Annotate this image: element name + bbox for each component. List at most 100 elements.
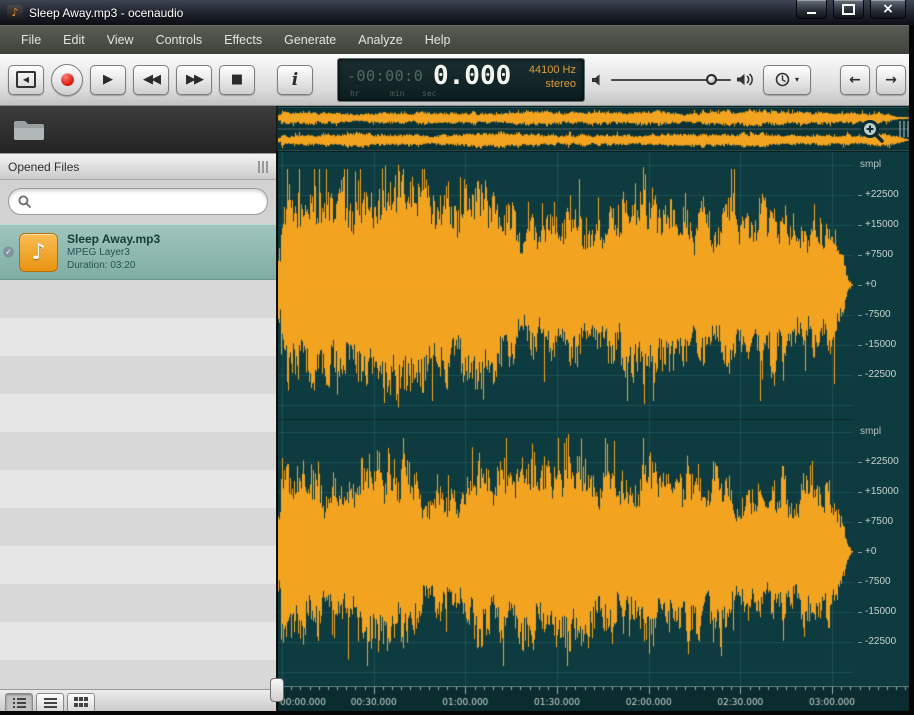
- volume-low-icon: [592, 74, 605, 86]
- record-icon: [61, 73, 74, 86]
- minimize-icon: [807, 12, 816, 14]
- scale-value-label: +15000: [858, 219, 899, 231]
- scale-value-label: +0: [858, 279, 876, 291]
- file-status-icon: ✓: [3, 247, 14, 258]
- dropdown-arrow-icon: ▾: [795, 75, 799, 84]
- search-input[interactable]: [37, 194, 258, 210]
- maximize-icon: [842, 4, 855, 15]
- scale-unit-label: smpl: [858, 159, 881, 171]
- toolbar: ◀ ▶ ◀◀ ▶▶ ■ i -00:00:0 0.000 44100 Hz st…: [0, 54, 914, 106]
- scale-value-label: -22500: [858, 369, 896, 381]
- window-controls: ×: [796, 0, 906, 19]
- menu-item-view[interactable]: View: [96, 26, 145, 54]
- play-icon: ▶: [103, 72, 113, 87]
- scale-value-label: -22500: [858, 636, 896, 648]
- search-field[interactable]: [8, 188, 268, 215]
- waveform-overview-right[interactable]: [278, 130, 914, 150]
- stop-icon: ■: [231, 72, 243, 87]
- nav-forward-button[interactable]: →: [876, 65, 906, 95]
- scale-unit-label: smpl: [858, 426, 881, 438]
- menu-item-generate[interactable]: Generate: [273, 26, 347, 54]
- time-dim-digits: -00:00:0: [347, 67, 423, 85]
- list-icon: [44, 697, 57, 708]
- minimize-button[interactable]: [796, 0, 827, 19]
- file-list-item[interactable]: ✓ ♪ Sleep Away.mp3 MPEG Layer3 Duration:…: [0, 224, 276, 280]
- window-border-right: [909, 25, 914, 715]
- opened-files-header: Opened Files: [0, 153, 276, 180]
- sample-rate-label: 44100 Hz: [529, 64, 576, 76]
- view-detail-button[interactable]: [5, 693, 33, 713]
- info-icon: i: [292, 70, 298, 90]
- zoom-button[interactable]: [859, 118, 886, 145]
- waveform-main[interactable]: [278, 152, 853, 686]
- navigation-buttons: ← →: [840, 65, 906, 95]
- time-big-digits: 0.000: [433, 61, 511, 91]
- waveform-area: smpl+22500+15000+7500+0-7500-15000-22500…: [278, 106, 914, 715]
- nav-back-button[interactable]: ←: [840, 65, 870, 95]
- app-logo-icon: ♪: [7, 5, 23, 21]
- view-list-button[interactable]: [36, 693, 64, 713]
- app-window: ♪ Sleep Away.mp3 - ocenaudio × FileEditV…: [0, 0, 914, 715]
- time-format-dropdown-button[interactable]: ▾: [763, 65, 811, 95]
- scale-value-label: +7500: [858, 516, 893, 528]
- menubar: FileEditViewControlsEffectsGenerateAnaly…: [0, 25, 914, 54]
- menu-item-help[interactable]: Help: [414, 26, 462, 54]
- splitter-handle[interactable]: [270, 678, 284, 702]
- menu-item-analyze[interactable]: Analyze: [347, 26, 413, 54]
- folder-icon: [12, 117, 46, 142]
- waveform-overview-left[interactable]: [278, 108, 914, 128]
- time-unit-label: hr: [350, 89, 360, 98]
- volume-slider[interactable]: [611, 73, 731, 87]
- time-unit-label: sec: [422, 89, 436, 98]
- skip-to-start-button[interactable]: ◀: [8, 65, 44, 95]
- menu-item-file[interactable]: File: [10, 26, 52, 54]
- info-button[interactable]: i: [277, 65, 313, 95]
- scale-value-label: -15000: [858, 606, 896, 618]
- stop-button[interactable]: ■: [219, 65, 255, 95]
- file-name: Sleep Away.mp3: [67, 233, 160, 246]
- record-button[interactable]: [51, 64, 83, 96]
- volume-high-icon: [737, 73, 756, 86]
- search-row: [0, 180, 276, 224]
- search-icon: [18, 195, 31, 208]
- scale-value-label: +22500: [858, 456, 899, 468]
- scale-value-label: +0: [858, 546, 876, 558]
- amplitude-scale-column: smpl+22500+15000+7500+0-7500-15000-22500…: [853, 152, 914, 686]
- window-border-bottom: [0, 711, 914, 715]
- skip-to-start-icon: ◀: [16, 71, 36, 88]
- file-duration: Duration: 03:20: [67, 259, 160, 272]
- sidebar: Opened Files ✓ ♪ Sleep Away.mp3 MPEG Lay…: [0, 106, 277, 715]
- file-format: MPEG Layer3: [67, 246, 160, 259]
- scale-value-label: +22500: [858, 189, 899, 201]
- rewind-button[interactable]: ◀◀: [133, 65, 169, 95]
- scale-value-label: +7500: [858, 249, 893, 261]
- play-button[interactable]: ▶: [90, 65, 126, 95]
- panel-splitter-grip[interactable]: [899, 121, 909, 137]
- magnifier-plus-icon: [859, 118, 886, 145]
- fast-forward-button[interactable]: ▶▶: [176, 65, 212, 95]
- grid-icon: [74, 697, 88, 708]
- menu-item-edit[interactable]: Edit: [52, 26, 96, 54]
- audio-file-icon: ♪: [19, 233, 58, 272]
- time-display: -00:00:0 0.000 44100 Hz stereo hrminsec: [337, 58, 585, 102]
- volume-knob[interactable]: [706, 74, 717, 85]
- maximize-button[interactable]: [833, 0, 864, 19]
- time-unit-label: min: [390, 89, 404, 98]
- menu-item-effects[interactable]: Effects: [213, 26, 273, 54]
- close-button[interactable]: ×: [870, 0, 906, 19]
- panel-grip[interactable]: [258, 161, 268, 173]
- window-title: Sleep Away.mp3 - ocenaudio: [29, 6, 183, 20]
- panel-title: Opened Files: [8, 160, 79, 174]
- file-meta: Sleep Away.mp3 MPEG Layer3 Duration: 03:…: [67, 233, 160, 272]
- file-list-empty-rows: [0, 280, 276, 689]
- scale-value-label: +15000: [858, 486, 899, 498]
- detail-list-icon: [13, 697, 26, 708]
- volume-control: [592, 73, 756, 87]
- fast-forward-icon: ▶▶: [186, 72, 202, 87]
- titlebar: ♪ Sleep Away.mp3 - ocenaudio ×: [0, 0, 914, 25]
- time-unit-labels: hr min sec: [338, 89, 584, 99]
- menu-item-controls[interactable]: Controls: [145, 26, 214, 54]
- view-grid-button[interactable]: [67, 693, 95, 713]
- scale-value-label: -15000: [858, 339, 896, 351]
- waveform-overview: [278, 106, 914, 152]
